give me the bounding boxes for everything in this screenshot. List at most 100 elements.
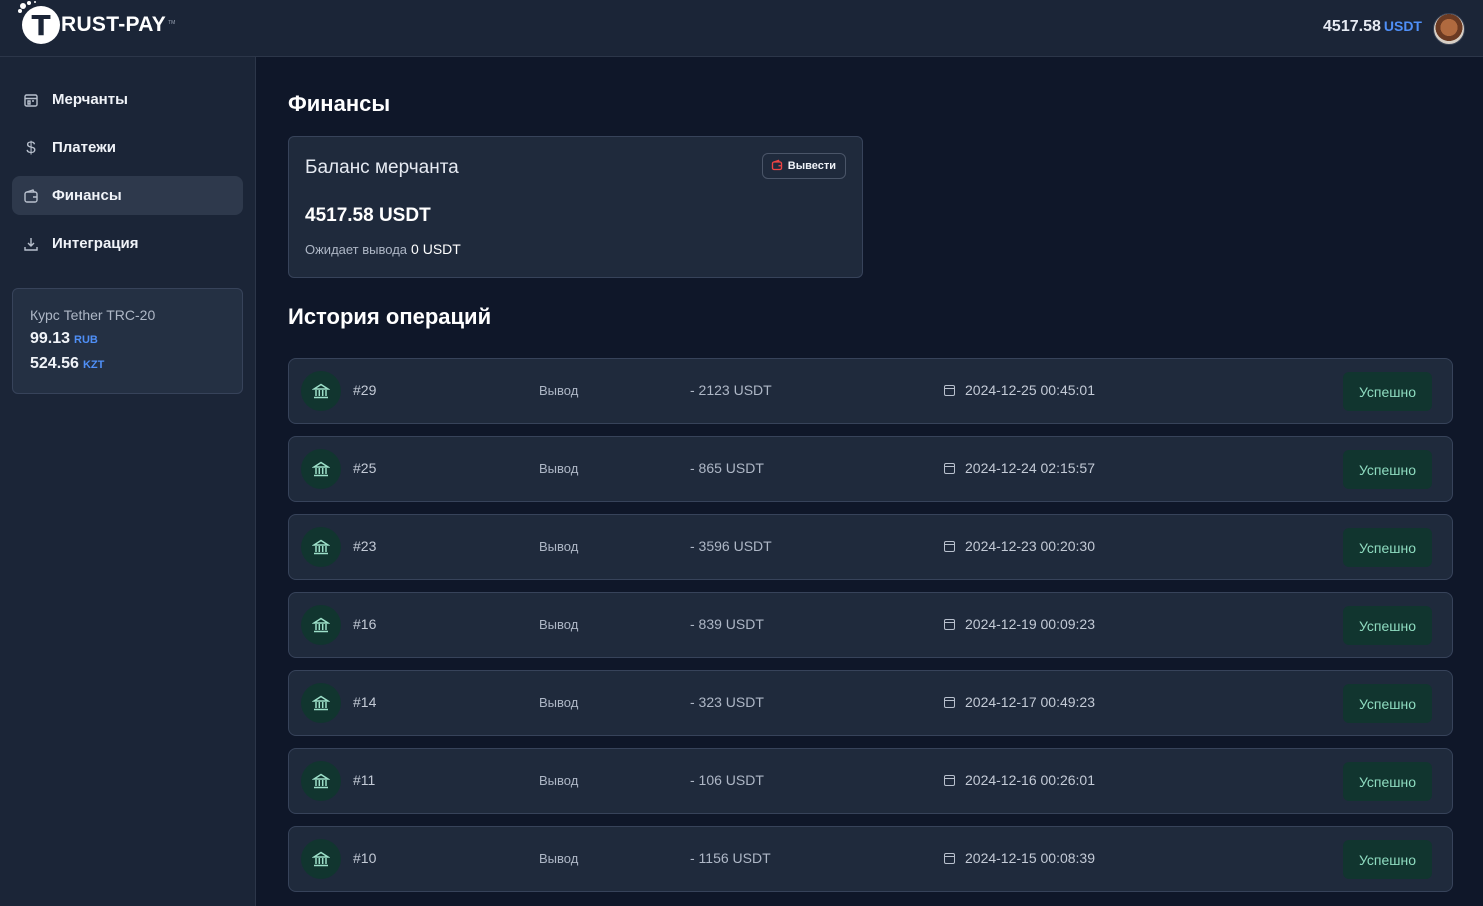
- page-title: Финансы: [288, 91, 391, 116]
- operation-date-text: 2024-12-23 00:20:30: [965, 538, 1095, 554]
- calendar-icon: [944, 384, 955, 396]
- status-badge: Успешно: [1343, 684, 1432, 723]
- logo-trademark: TM: [168, 20, 176, 26]
- sidebar-item-payments[interactable]: $ Платежи: [12, 128, 243, 167]
- brand-logo[interactable]: T RUST-PAY TM: [20, 3, 176, 46]
- status-badge: Успешно: [1343, 450, 1432, 489]
- bank-icon: [301, 761, 341, 801]
- header-balance-currency: USDT: [1383, 18, 1422, 34]
- status-badge: Успешно: [1343, 762, 1432, 801]
- operation-type: Вывод: [539, 773, 579, 788]
- operation-id: #10: [353, 850, 377, 866]
- operation-date: 2024-12-16 00:26:01: [944, 772, 1095, 788]
- withdraw-button[interactable]: Вывести: [761, 153, 846, 179]
- operation-row[interactable]: #14 Вывод - 323 USDT 2024-12-17 00:49:23 Усп…: [288, 670, 1453, 736]
- operation-date-text: 2024-12-19 00:09:23: [965, 616, 1095, 632]
- merchant-balance-card: Баланс мерчанта Вывести 4517.58 USDT Ожи…: [288, 136, 863, 278]
- operation-date: 2024-12-25 00:45:01: [944, 382, 1095, 398]
- operation-date-text: 2024-12-16 00:26:01: [965, 772, 1095, 788]
- rate-kzt-value: 524.56: [30, 355, 79, 372]
- sidebar-item-label: Мерчанты: [52, 91, 128, 108]
- operation-row[interactable]: #10 Вывод - 1156 USDT 2024-12-15 00:08:39 Ус…: [288, 826, 1453, 892]
- sidebar-item-label: Интеграция: [52, 235, 139, 252]
- calendar-icon: [944, 462, 955, 474]
- sidebar-item-integration[interactable]: Интеграция: [12, 224, 243, 263]
- sidebar-item-finance[interactable]: Финансы: [12, 176, 243, 215]
- rate-rub-value: 99.13: [30, 330, 71, 347]
- calendar-icon: [944, 852, 955, 864]
- pending-value: 0 USDT: [411, 241, 461, 257]
- dollar-icon: $: [26, 137, 36, 157]
- operation-id: #11: [353, 772, 376, 788]
- operation-id: #16: [353, 616, 377, 632]
- balance-amount: 4517.58 USDT: [305, 205, 431, 226]
- operation-id: #14: [353, 694, 377, 710]
- operation-row[interactable]: #11 Вывод - 106 USDT 2024-12-16 00:26:01 Усп…: [288, 748, 1453, 814]
- history-title: История операций: [288, 304, 492, 329]
- operation-row[interactable]: #25 Вывод - 865 USDT 2024-12-24 02:15:57 Усп…: [288, 436, 1453, 502]
- operation-amount: - 839 USDT: [690, 616, 764, 632]
- bank-icon: [301, 527, 341, 567]
- calendar-icon: [944, 618, 955, 630]
- sidebar: Мерчанты $ Платежи Финансы Интеграция Ку…: [0, 57, 256, 906]
- wallet-icon: [22, 187, 40, 205]
- operation-amount: - 865 USDT: [690, 460, 764, 476]
- bank-icon: [301, 839, 341, 879]
- operation-date-text: 2024-12-17 00:49:23: [965, 694, 1095, 710]
- operation-date-text: 2024-12-24 02:15:57: [965, 460, 1095, 476]
- main-content: Финансы Баланс мерчанта Вывести 4517.58 …: [256, 57, 1483, 906]
- balance-card-title: Баланс мерчанта: [305, 157, 459, 178]
- pending-label: Ожидает вывода: [305, 242, 408, 257]
- operation-amount: - 106 USDT: [690, 772, 764, 788]
- operation-amount: - 3596 USDT: [690, 538, 772, 554]
- operation-date: 2024-12-24 02:15:57: [944, 460, 1095, 476]
- calendar-icon: [944, 696, 955, 708]
- operation-date: 2024-12-15 00:08:39: [944, 850, 1095, 866]
- bank-icon: [301, 683, 341, 723]
- operation-id: #23: [353, 538, 377, 554]
- calendar-icon: [944, 540, 955, 552]
- sidebar-item-label: Платежи: [52, 139, 116, 156]
- bank-icon: [301, 605, 341, 645]
- rate-rub: 99.13 RUB: [30, 331, 242, 348]
- exchange-rate-card: Курс Tether TRC-20 99.13 RUB 524.56 KZT: [12, 288, 243, 394]
- operation-type: Вывод: [539, 461, 579, 476]
- operation-amount: - 1156 USDT: [690, 850, 771, 866]
- operation-type: Вывод: [539, 617, 579, 632]
- rate-kzt: 524.56 KZT: [30, 356, 242, 373]
- operation-type: Вывод: [539, 539, 579, 554]
- operation-date: 2024-12-23 00:20:30: [944, 538, 1095, 554]
- rate-rub-currency: RUB: [74, 334, 98, 346]
- operation-row[interactable]: #16 Вывод - 839 USDT 2024-12-19 00:09:23 Усп…: [288, 592, 1453, 658]
- bank-icon: [301, 371, 341, 411]
- withdraw-button-label: Вывести: [787, 160, 836, 172]
- status-badge: Успешно: [1343, 528, 1432, 567]
- sidebar-item-merchants[interactable]: Мерчанты: [12, 80, 243, 119]
- logo-text: RUST-PAY: [61, 13, 167, 36]
- operation-date: 2024-12-17 00:49:23: [944, 694, 1095, 710]
- operation-amount: - 323 USDT: [690, 694, 764, 710]
- rate-card-title: Курс Tether TRC-20: [30, 307, 156, 323]
- logo-mark: T: [20, 3, 60, 44]
- operation-date: 2024-12-19 00:09:23: [944, 616, 1095, 632]
- calendar-icon: [944, 774, 955, 786]
- status-badge: Успешно: [1343, 372, 1432, 411]
- operation-amount: - 2123 USDT: [690, 382, 772, 398]
- pending-withdrawal: Ожидает вывода 0 USDT: [305, 241, 461, 257]
- operation-row[interactable]: #23 Вывод - 3596 USDT 2024-12-23 00:20:30 Ус…: [288, 514, 1453, 580]
- top-bar: T RUST-PAY TM 4517.58 USDT: [0, 0, 1483, 57]
- operation-row[interactable]: #29 Вывод - 2123 USDT 2024-12-25 00:45:01 Ус…: [288, 358, 1453, 424]
- sidebar-item-label: Финансы: [52, 187, 122, 204]
- operation-id: #29: [353, 382, 377, 398]
- operation-type: Вывод: [539, 695, 579, 710]
- download-icon: [22, 235, 40, 253]
- header-balance-amount: 4517.58: [1323, 18, 1381, 35]
- user-avatar[interactable]: [1433, 13, 1465, 45]
- operation-date-text: 2024-12-25 00:45:01: [965, 382, 1095, 398]
- status-badge: Успешно: [1343, 606, 1432, 645]
- operation-type: Вывод: [539, 851, 579, 866]
- operation-id: #25: [353, 460, 377, 476]
- rate-kzt-currency: KZT: [82, 359, 105, 371]
- wallet-icon: [771, 159, 783, 174]
- store-icon: [22, 91, 40, 109]
